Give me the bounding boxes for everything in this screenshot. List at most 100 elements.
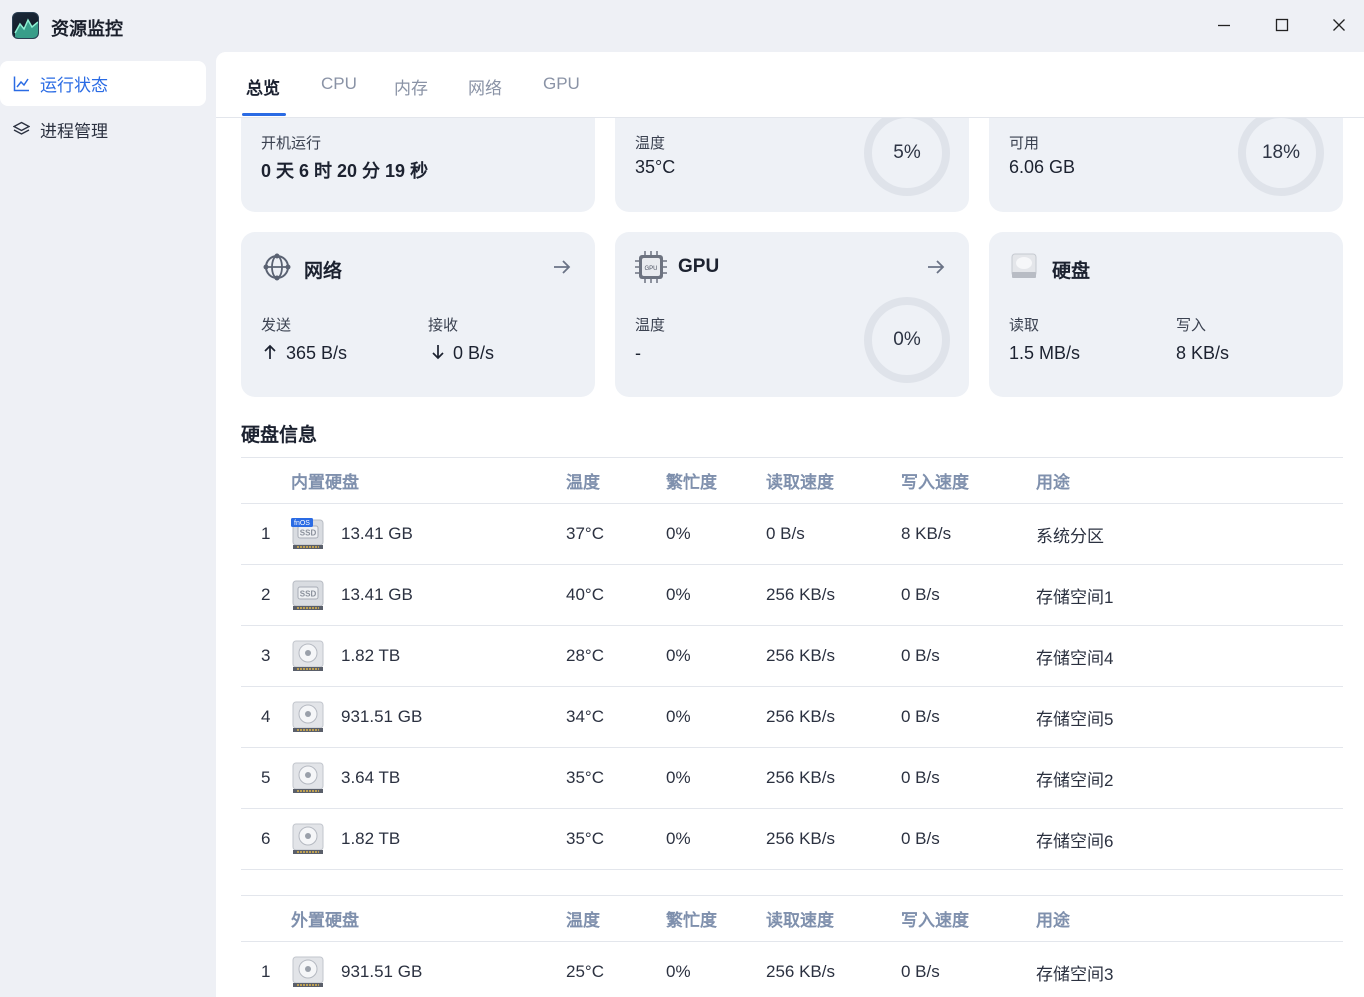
col-header-write[interactable]: 写入速度 bbox=[901, 457, 1036, 504]
disk-cell: 931.51 GB bbox=[291, 686, 566, 748]
disk-card-title: 硬盘 bbox=[1052, 261, 1091, 282]
minimize-button[interactable] bbox=[1207, 10, 1241, 40]
network-send-value: 365 B/s bbox=[286, 343, 348, 363]
col-header-temp[interactable]: 温度 bbox=[566, 457, 666, 504]
maximize-button[interactable] bbox=[1265, 10, 1299, 40]
table-row[interactable]: 2 SSD 13.41 GB 40°C 0% 256 KB/s 0 B/s 存储空间1 bbox=[241, 564, 1343, 626]
network-send-label: 发送 bbox=[261, 317, 292, 334]
gpu-usage-ring: 0% bbox=[864, 297, 950, 383]
disk-info-title: 硬盘信息 bbox=[241, 425, 318, 446]
row-index: 4 bbox=[241, 686, 291, 748]
tab-bar: 总览 CPU 内存 网络 GPU bbox=[216, 52, 1364, 118]
tab-gpu[interactable]: GPU bbox=[543, 74, 580, 94]
tab-memory[interactable]: 内存 bbox=[394, 74, 428, 99]
gpu-chip-label: GPU bbox=[644, 266, 657, 272]
table-row[interactable]: 5 3.64 TB 35°C 0% 256 KB/s 0 B/s 存储空间2 bbox=[241, 747, 1343, 809]
cpu-temp-label: 温度 bbox=[635, 135, 666, 152]
gpu-usage-value: 0% bbox=[893, 329, 921, 350]
disk-write-speed: 0 B/s bbox=[901, 747, 1036, 809]
sidebar-item-label: 运行状态 bbox=[40, 76, 108, 95]
table-row[interactable]: 4 931.51 GB 34°C 0% 256 KB/s 0 B/s 存储空间5 bbox=[241, 686, 1343, 748]
internal-disk-table: 内置硬盘 温度 繁忙度 读取速度 写入速度 用途 1 SSD fnOS 13.41 G… bbox=[241, 457, 1343, 870]
disk-capacity: 3.64 TB bbox=[341, 768, 401, 787]
disk-write-speed: 0 B/s bbox=[901, 686, 1036, 748]
disk-usage: 系统分区 bbox=[1036, 503, 1343, 565]
disk-busy: 0% bbox=[666, 503, 766, 565]
hdd-icon bbox=[292, 956, 324, 987]
disk-read-value: 1.5 MB/s bbox=[1009, 343, 1081, 363]
uptime-label: 开机运行 bbox=[261, 135, 322, 152]
table-row[interactable]: 1 931.51 GB 25°C 0% 256 KB/s 0 B/s 存储空间3 bbox=[241, 941, 1343, 997]
col-header-disk[interactable]: 内置硬盘 bbox=[291, 457, 566, 504]
hdd-icon bbox=[292, 762, 324, 793]
tab-overview[interactable]: 总览 bbox=[246, 74, 280, 99]
row-index: 5 bbox=[241, 747, 291, 809]
disk-read-speed: 256 KB/s bbox=[766, 564, 901, 626]
disk-read-speed: 256 KB/s bbox=[766, 625, 901, 687]
gpu-temp-label: 温度 bbox=[635, 317, 666, 334]
col-header-read[interactable]: 读取速度 bbox=[766, 895, 901, 942]
hdd-icon bbox=[292, 701, 324, 732]
col-header-disk[interactable]: 外置硬盘 bbox=[291, 895, 566, 942]
disk-capacity: 13.41 GB bbox=[341, 524, 413, 543]
disk-temp: 40°C bbox=[566, 564, 666, 626]
minimize-icon bbox=[1218, 24, 1230, 27]
gpu-chip-icon: GPU bbox=[635, 251, 667, 283]
uptime-value: 0 天 6 时 20 分 19 秒 bbox=[261, 161, 429, 181]
row-index: 2 bbox=[241, 564, 291, 626]
sidebar-item-status[interactable]: 运行状态 bbox=[0, 61, 206, 106]
hdd-icon bbox=[292, 823, 324, 854]
active-tab-indicator bbox=[242, 113, 286, 116]
disk-read-speed: 256 KB/s bbox=[766, 941, 901, 997]
disk-temp: 35°C bbox=[566, 808, 666, 870]
network-card[interactable]: 网络 发送 365 B/s 接收 0 B/s bbox=[241, 232, 595, 397]
app-title: 资源监控 bbox=[51, 19, 123, 39]
cpu-temp-value: 35°C bbox=[635, 157, 676, 177]
disk-usage: 存储空间4 bbox=[1036, 625, 1343, 687]
memory-available-value: 6.06 GB bbox=[1009, 157, 1076, 177]
svg-text:SSD: SSD bbox=[300, 529, 317, 538]
title-bar: 资源监控 bbox=[0, 0, 1364, 52]
col-header-busy[interactable]: 繁忙度 bbox=[666, 895, 766, 942]
arrow-right-icon[interactable] bbox=[925, 256, 947, 278]
close-button[interactable] bbox=[1322, 10, 1356, 40]
table-row[interactable]: 3 1.82 TB 28°C 0% 256 KB/s 0 B/s 存储空间4 bbox=[241, 625, 1343, 687]
col-header-use[interactable]: 用途 bbox=[1036, 895, 1343, 942]
disk-temp: 35°C bbox=[566, 747, 666, 809]
gpu-card-title: GPU bbox=[678, 256, 720, 277]
col-header-use[interactable]: 用途 bbox=[1036, 457, 1343, 504]
disk-temp: 37°C bbox=[566, 503, 666, 565]
col-header-temp[interactable]: 温度 bbox=[566, 895, 666, 942]
disk-usage: 存储空间1 bbox=[1036, 564, 1343, 626]
gpu-card[interactable]: GPU GPU 温度 - 0% bbox=[615, 232, 969, 397]
table-row[interactable]: 6 1.82 TB 35°C 0% 256 KB/s 0 B/s 存储空间6 bbox=[241, 808, 1343, 870]
ssd-icon: SSD fnOS bbox=[291, 518, 324, 549]
tab-cpu[interactable]: CPU bbox=[321, 74, 357, 94]
col-header-read[interactable]: 读取速度 bbox=[766, 457, 901, 504]
col-header-busy[interactable]: 繁忙度 bbox=[666, 457, 766, 504]
disk-usage: 存储空间3 bbox=[1036, 941, 1343, 997]
disk-usage: 存储空间5 bbox=[1036, 686, 1343, 748]
disk-busy: 0% bbox=[666, 747, 766, 809]
hard-disk-icon bbox=[1011, 253, 1037, 278]
table-header-row: 外置硬盘 温度 繁忙度 读取速度 写入速度 用途 bbox=[241, 895, 1343, 942]
tab-network[interactable]: 网络 bbox=[468, 74, 502, 99]
sidebar: 运行状态 进程管理 bbox=[0, 52, 216, 997]
svg-text:SSD: SSD bbox=[300, 590, 317, 599]
hdd-icon bbox=[292, 640, 324, 671]
sidebar-item-process[interactable]: 进程管理 bbox=[0, 107, 206, 152]
arrow-right-icon[interactable] bbox=[551, 256, 573, 278]
disk-write-speed: 8 KB/s bbox=[901, 503, 1036, 565]
table-row[interactable]: 1 SSD fnOS 13.41 GB 37°C 0% 0 B/s 8 KB/s 系统分区 bbox=[241, 503, 1343, 565]
col-header-write[interactable]: 写入速度 bbox=[901, 895, 1036, 942]
disk-usage: 存储空间6 bbox=[1036, 808, 1343, 870]
arrow-up-icon bbox=[264, 344, 276, 359]
disk-temp: 34°C bbox=[566, 686, 666, 748]
disk-read-speed: 256 KB/s bbox=[766, 808, 901, 870]
memory-available-label: 可用 bbox=[1009, 135, 1040, 152]
maximize-icon bbox=[1275, 18, 1289, 32]
disk-temp: 28°C bbox=[566, 625, 666, 687]
ssd-icon: SSD bbox=[292, 580, 324, 610]
svg-text:fnOS: fnOS bbox=[294, 520, 310, 527]
network-recv-value: 0 B/s bbox=[453, 343, 495, 363]
